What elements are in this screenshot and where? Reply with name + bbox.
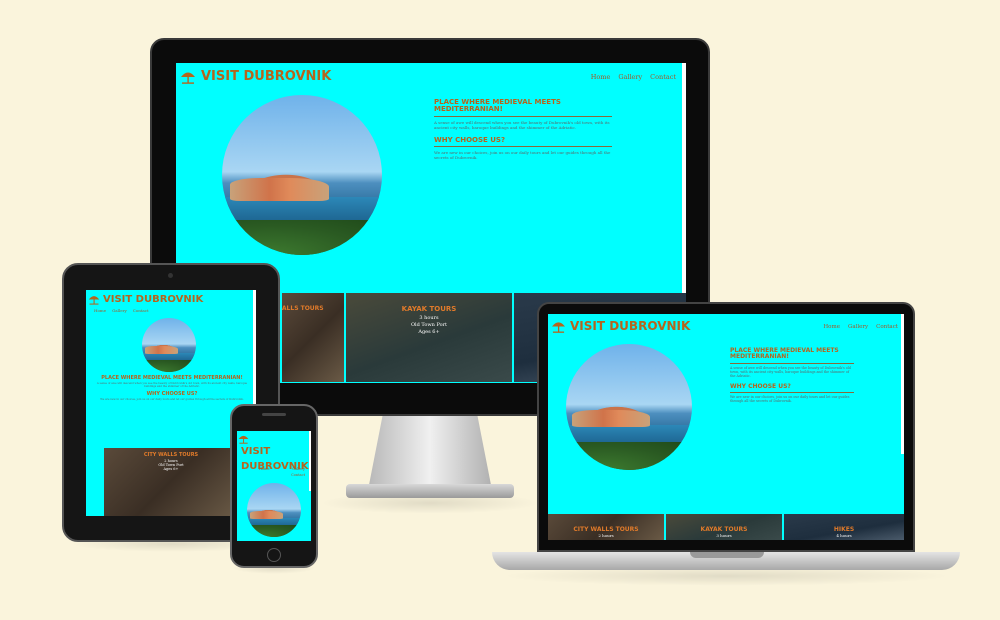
why-heading: Why choose us? [730,383,854,394]
phone-scrollbar[interactable] [309,431,311,491]
intro-heading: Place where medieval meets Mediterranian… [434,98,612,117]
hero-image [142,318,196,372]
nav-contact[interactable]: Contact [133,308,149,313]
tour-card-hikes[interactable]: Hikes 4 hours [784,514,904,540]
nav-contact[interactable]: Contact [876,324,898,330]
phone-site: VISIT DUBROVNIK Gallery Contact Home [237,431,311,541]
laptop-scrollbar[interactable] [901,314,904,454]
nav-gallery[interactable]: Gallery [618,73,642,81]
hero-image [222,95,382,255]
nav-home[interactable]: Home [823,324,840,330]
site-logo[interactable]: VISIT DUBROVNIK [551,319,690,333]
tour-card-city-walls[interactable]: City Walls Tours 2 hours [548,514,664,540]
tour-title: Kayak Tours [401,305,457,313]
brand-name: VISIT DUBROVNIK [570,319,691,333]
site-logo[interactable]: VISIT DUBROVNIK [180,69,331,84]
umbrella-beach-icon [552,321,565,333]
main-nav: Home Gallery Contact [94,308,149,313]
tour-card-kayak[interactable]: Kayak Tours 3 hours [666,514,782,540]
intro-text: A sense of awe will descend when you see… [730,365,851,378]
why-heading: Why choose us? [146,390,198,397]
desktop-scrollbar[interactable] [682,63,686,303]
nav-home[interactable]: Home [94,308,106,313]
intro-text: A sense of awe will descend when you see… [434,119,610,130]
tour-title: Hikes [833,526,855,533]
tablet-camera [168,273,173,278]
why-heading: Why choose us? [434,136,612,148]
phone-speaker [262,413,286,416]
tour-card-kayak[interactable]: Kayak Tours 3 hours Old Town Port Ages 6… [346,293,512,382]
main-nav: Home Gallery Contact [823,324,898,330]
main-nav: Gallery Contact [291,467,305,477]
nav-contact[interactable]: Contact [291,473,305,477]
why-text: We are new in our choices, join us on ou… [100,397,244,401]
main-nav: Home Gallery Contact [591,73,676,81]
tour-hours: 4 hours [836,533,852,538]
tour-meet: Old Town Port [410,322,448,328]
nav-gallery[interactable]: Gallery [112,308,127,313]
hero-image [566,344,692,470]
tour-title: Kayak Tours [700,526,748,533]
laptop-site: VISIT DUBROVNIK Home Gallery Contact Pla… [548,314,904,540]
laptop-notch [690,552,764,558]
site-logo[interactable]: VISIT DUBROVNIK [88,294,203,305]
brand-name: VISIT DUBROVNIK [201,69,332,84]
intro-heading: Place where medieval meets Mediterranian… [101,375,243,381]
hero-image [247,483,301,537]
umbrella-beach-icon [181,72,195,84]
tour-title: City Walls Tours [143,452,199,458]
tour-title: City Walls Tours [282,305,324,312]
tour-hours: 3 hours [716,533,732,538]
brand-name: VISIT DUBROVNIK [103,294,204,305]
nav-home[interactable]: Home [259,467,270,471]
monitor-stand [368,414,492,490]
intro-text: A sense of awe will descend when you see… [96,382,248,389]
tour-hours: 2 hours [598,533,614,538]
tour-title: City Walls Tours [573,526,639,533]
umbrella-beach-icon [88,296,100,305]
nav-contact[interactable]: Contact [650,73,676,81]
monitor-base [346,484,514,498]
tour-hours: 3 hours [419,315,439,321]
phone-home-button[interactable] [267,548,281,562]
why-text: We are new in our choices, join us on ou… [730,395,850,404]
umbrella-beach-icon [238,435,249,444]
nav-home[interactable]: Home [591,73,611,81]
tour-ages: Ages 6+ [418,329,440,335]
intro-heading: Place where medieval meets Mediterranian… [730,347,854,364]
tour-ages: Ages 6+ [163,467,179,471]
nav-gallery[interactable]: Gallery [848,324,868,330]
why-text: We are new in our choices, join us on ou… [434,150,611,161]
tour-card-city-walls[interactable]: City Walls Tours 2 hours Old Town Port A… [104,448,238,516]
nav-gallery[interactable]: Gallery [292,467,305,471]
tour-card-city-walls[interactable]: City Walls Tours [282,293,344,382]
